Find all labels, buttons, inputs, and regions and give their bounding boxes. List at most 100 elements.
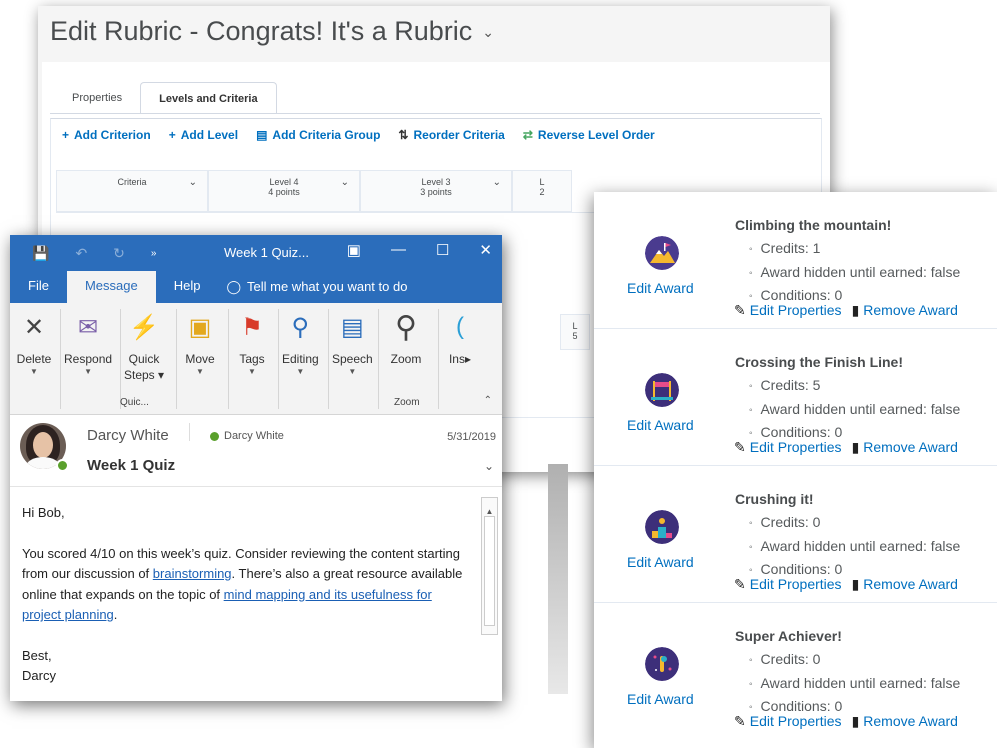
remove-award-label: Remove Award	[863, 302, 958, 318]
close-icon[interactable]: ✕	[479, 241, 492, 259]
header-divider	[189, 423, 190, 441]
add-criterion-button[interactable]: + Add Criterion	[62, 128, 151, 142]
quick-steps-button[interactable]: ⚡ Quick Steps ▾	[124, 309, 164, 383]
quick-steps-label: Quick Steps ▾	[124, 352, 165, 382]
message-header: Darcy White Darcy White 5/31/2019 Week 1…	[10, 415, 502, 487]
tell-me-search[interactable]: ◯ Tell me what you want to do	[218, 271, 407, 303]
ribbon-separator	[378, 309, 379, 409]
collapse-ribbon-icon[interactable]: ⌃	[484, 395, 492, 406]
lightbulb-icon: ◯	[226, 279, 242, 294]
flag-icon: ⚑	[241, 313, 263, 341]
undo-icon[interactable]: ↶	[75, 245, 87, 262]
tags-label: Tags	[239, 352, 265, 366]
chevron-down-icon[interactable]: ⌄	[482, 24, 494, 40]
ribbon-display-icon[interactable]: ▣	[347, 241, 361, 259]
reverse-level-order-button[interactable]: ⇄ Reverse Level Order	[523, 128, 655, 142]
scroll-thumb[interactable]	[484, 516, 495, 626]
vertical-scrollbar[interactable]: ▲	[481, 497, 498, 635]
remove-award-button[interactable]: ▮ Remove Award	[852, 713, 958, 730]
award-item: Edit Award Super Achiever! Credits: 0 Aw…	[594, 603, 997, 740]
tab-levels-and-criteria[interactable]: Levels and Criteria	[140, 82, 277, 114]
chevron-down-icon[interactable]: ⌄	[493, 177, 501, 188]
add-level-button[interactable]: + Add Level	[169, 128, 238, 142]
add-criteria-group-button[interactable]: ▤ Add Criteria Group	[256, 128, 380, 142]
pencil-icon: ✎	[734, 713, 746, 729]
column-criteria[interactable]: Criteria ⌄	[56, 170, 208, 212]
rubric-tabs: Properties Levels and Criteria	[54, 82, 277, 114]
redo-icon[interactable]: ↻	[113, 245, 125, 262]
reorder-criteria-label: Reorder Criteria	[413, 128, 505, 142]
edit-award-link[interactable]: Edit Award	[627, 417, 694, 433]
rubric-toolbar: + Add Criterion + Add Level ▤ Add Criteria …	[62, 128, 655, 142]
window-controls: ▣ — ☐ ✕	[347, 241, 492, 259]
trash-icon: ▮	[851, 576, 860, 592]
respond-button[interactable]: ✉ Respond ▼	[64, 309, 113, 377]
column-level-2[interactable]: L 2	[512, 170, 572, 212]
reverse-level-order-label: Reverse Level Order	[537, 128, 655, 142]
lightning-icon: ⚡	[129, 313, 159, 341]
column-title: Level 3	[421, 177, 451, 187]
speech-button[interactable]: ▤ Speech ▼	[332, 309, 373, 377]
chevron-down-icon[interactable]: ⌄	[484, 459, 494, 473]
pencil-icon: ✎	[734, 439, 746, 455]
reorder-icon: ⇅	[398, 128, 409, 142]
remove-award-button[interactable]: ▮ Remove Award	[852, 439, 958, 456]
more-commands-icon[interactable]: »	[151, 248, 157, 259]
edit-award-link[interactable]: Edit Award	[627, 280, 694, 296]
edit-properties-button[interactable]: ✎ Edit Properties	[734, 439, 842, 456]
ribbon-separator	[278, 309, 279, 409]
tab-properties[interactable]: Properties	[54, 82, 140, 114]
reorder-criteria-button[interactable]: ⇅ Reorder Criteria	[398, 128, 504, 142]
magnifier-icon: ⚲	[395, 310, 417, 344]
award-credits: Credits: 0	[749, 649, 960, 673]
speech-label: Speech	[332, 352, 373, 366]
edit-award-link[interactable]: Edit Award	[627, 691, 694, 707]
zoom-button[interactable]: ⚲ Zoom	[388, 309, 424, 367]
award-item: Edit Award Crushing it! Credits: 0 Award…	[594, 466, 997, 603]
presence-dot-icon	[210, 431, 219, 441]
tab-file[interactable]: File	[10, 271, 67, 303]
tags-button[interactable]: ⚑ Tags ▼	[234, 309, 270, 377]
brainstorming-link[interactable]: brainstorming	[153, 566, 232, 581]
column-level-4[interactable]: Level 4 4 points ⌄	[208, 170, 360, 212]
awards-panel: Edit Award Climbing the mountain! Credit…	[594, 192, 997, 748]
editing-label: Editing	[282, 352, 319, 366]
body-paragraph: You scored 4/10 on this week’s quiz. Con…	[22, 545, 463, 623]
minimize-icon[interactable]: —	[391, 241, 406, 259]
insights-label: Ins▸	[448, 352, 472, 366]
edit-award-link[interactable]: Edit Award	[627, 554, 694, 570]
message-date: 5/31/2019	[447, 431, 496, 443]
outlook-title-bar: 💾 ↶ ↻ » Week 1 Quiz... ▣ — ☐ ✕	[10, 235, 502, 271]
editing-button[interactable]: ⚲ Editing ▼	[282, 309, 319, 377]
level-cell: L 5	[560, 314, 590, 350]
closing: Best,	[22, 647, 52, 663]
tab-help[interactable]: Help	[156, 271, 219, 303]
rubric-title[interactable]: Edit Rubric - Congrats! It's a Rubric ⌄	[50, 16, 494, 47]
chevron-down-icon[interactable]: ⌄	[341, 177, 349, 188]
column-title: Criteria	[117, 177, 147, 187]
edit-properties-button[interactable]: ✎ Edit Properties	[734, 713, 842, 730]
award-name: Super Achiever!	[735, 628, 842, 644]
search-icon: ⚲	[291, 313, 310, 341]
trash-icon: ▮	[851, 713, 860, 729]
ribbon: ✕ Delete ▼ ✉ Respond ▼ ⚡ Quick Steps ▾ Qu…	[10, 303, 502, 415]
move-button[interactable]: ▣ Move ▼	[182, 309, 218, 377]
edit-properties-button[interactable]: ✎ Edit Properties	[734, 576, 842, 593]
presence-online-icon	[56, 459, 69, 472]
insights-button[interactable]: ( Ins▸	[442, 309, 478, 367]
tab-message[interactable]: Message	[66, 271, 156, 303]
column-level-3[interactable]: Level 3 3 points ⌄	[360, 170, 512, 212]
sender-name[interactable]: Darcy White	[87, 427, 169, 444]
edit-properties-label: Edit Properties	[749, 576, 842, 592]
remove-award-button[interactable]: ▮ Remove Award	[852, 302, 958, 319]
respond-label: Respond	[64, 352, 113, 366]
sender-presence[interactable]: Darcy White	[210, 430, 284, 442]
delete-button[interactable]: ✕ Delete ▼	[16, 309, 52, 377]
chevron-down-icon[interactable]: ⌄	[189, 177, 197, 188]
maximize-icon[interactable]: ☐	[436, 241, 449, 259]
remove-award-button[interactable]: ▮ Remove Award	[852, 576, 958, 593]
edit-properties-button[interactable]: ✎ Edit Properties	[734, 302, 842, 319]
award-hidden: Award hidden until earned: false	[749, 536, 961, 560]
save-icon[interactable]: 💾	[32, 245, 49, 262]
award-name: Climbing the mountain!	[735, 217, 892, 233]
